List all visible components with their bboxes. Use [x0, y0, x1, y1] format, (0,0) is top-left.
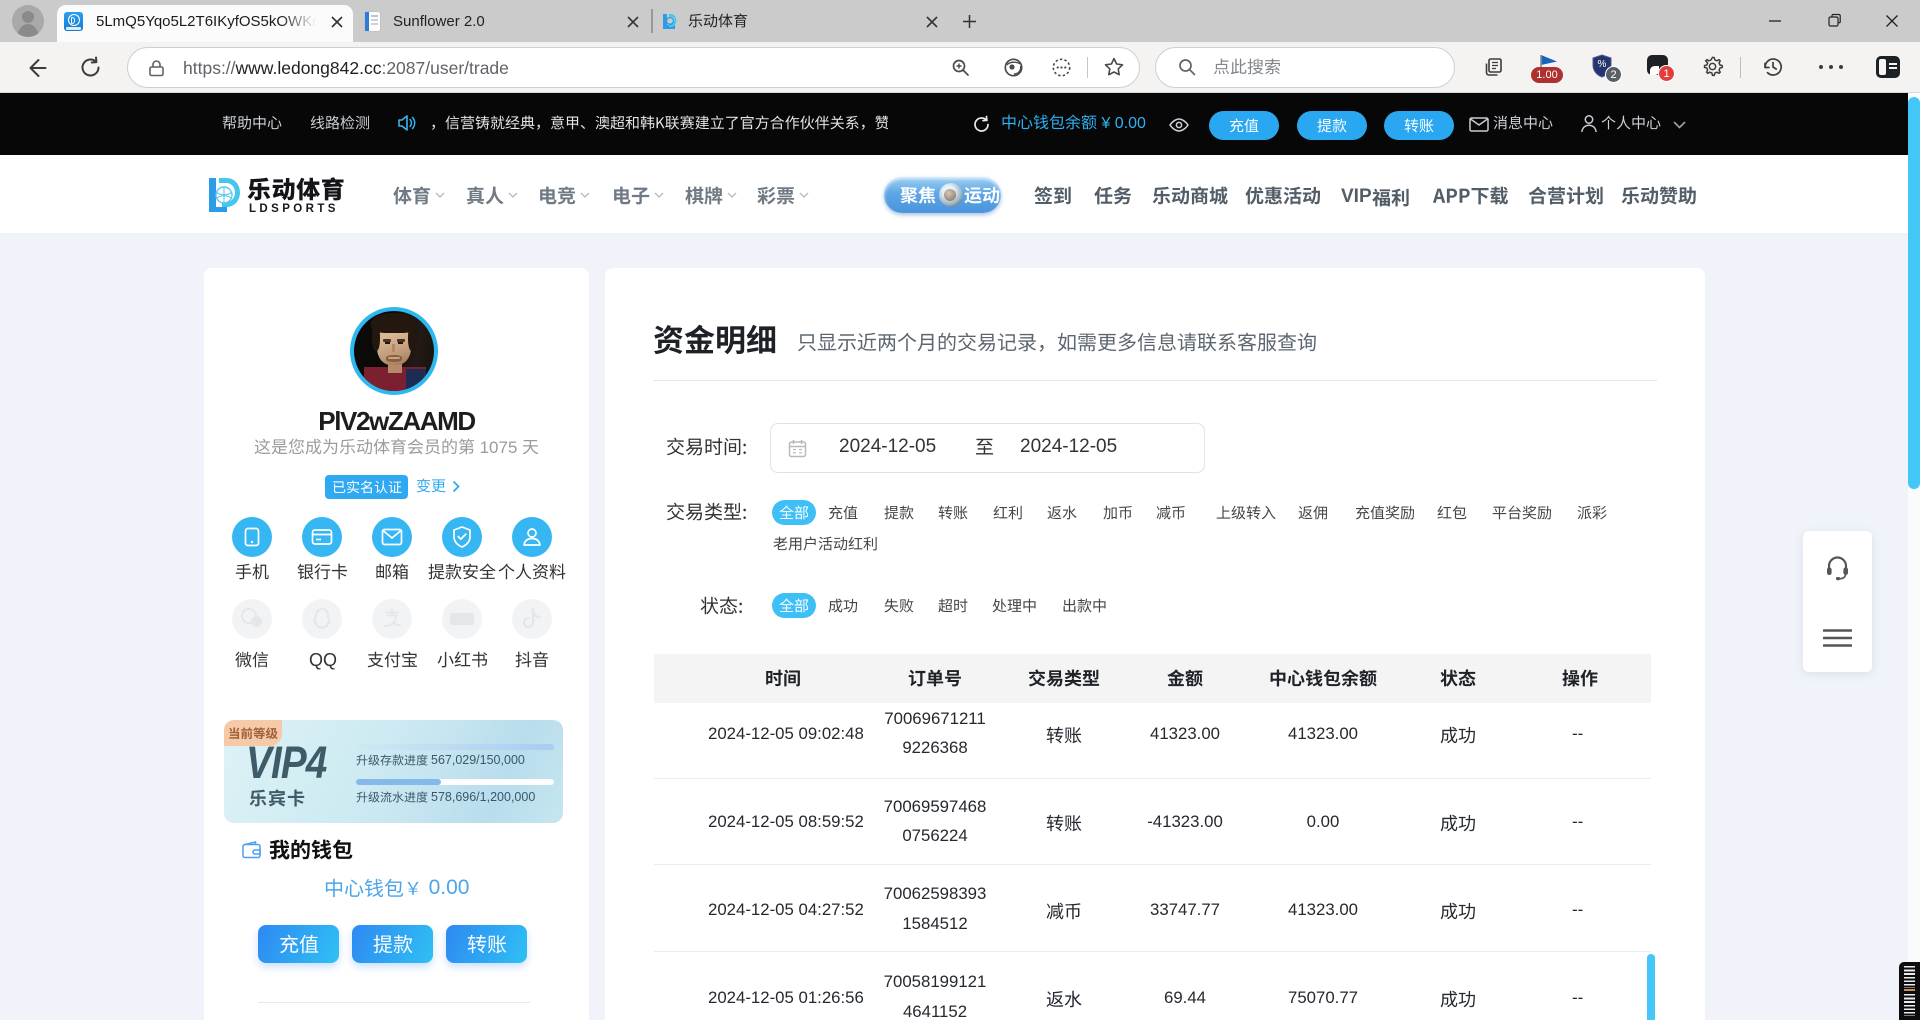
- svg-text:%: %: [1598, 59, 1607, 70]
